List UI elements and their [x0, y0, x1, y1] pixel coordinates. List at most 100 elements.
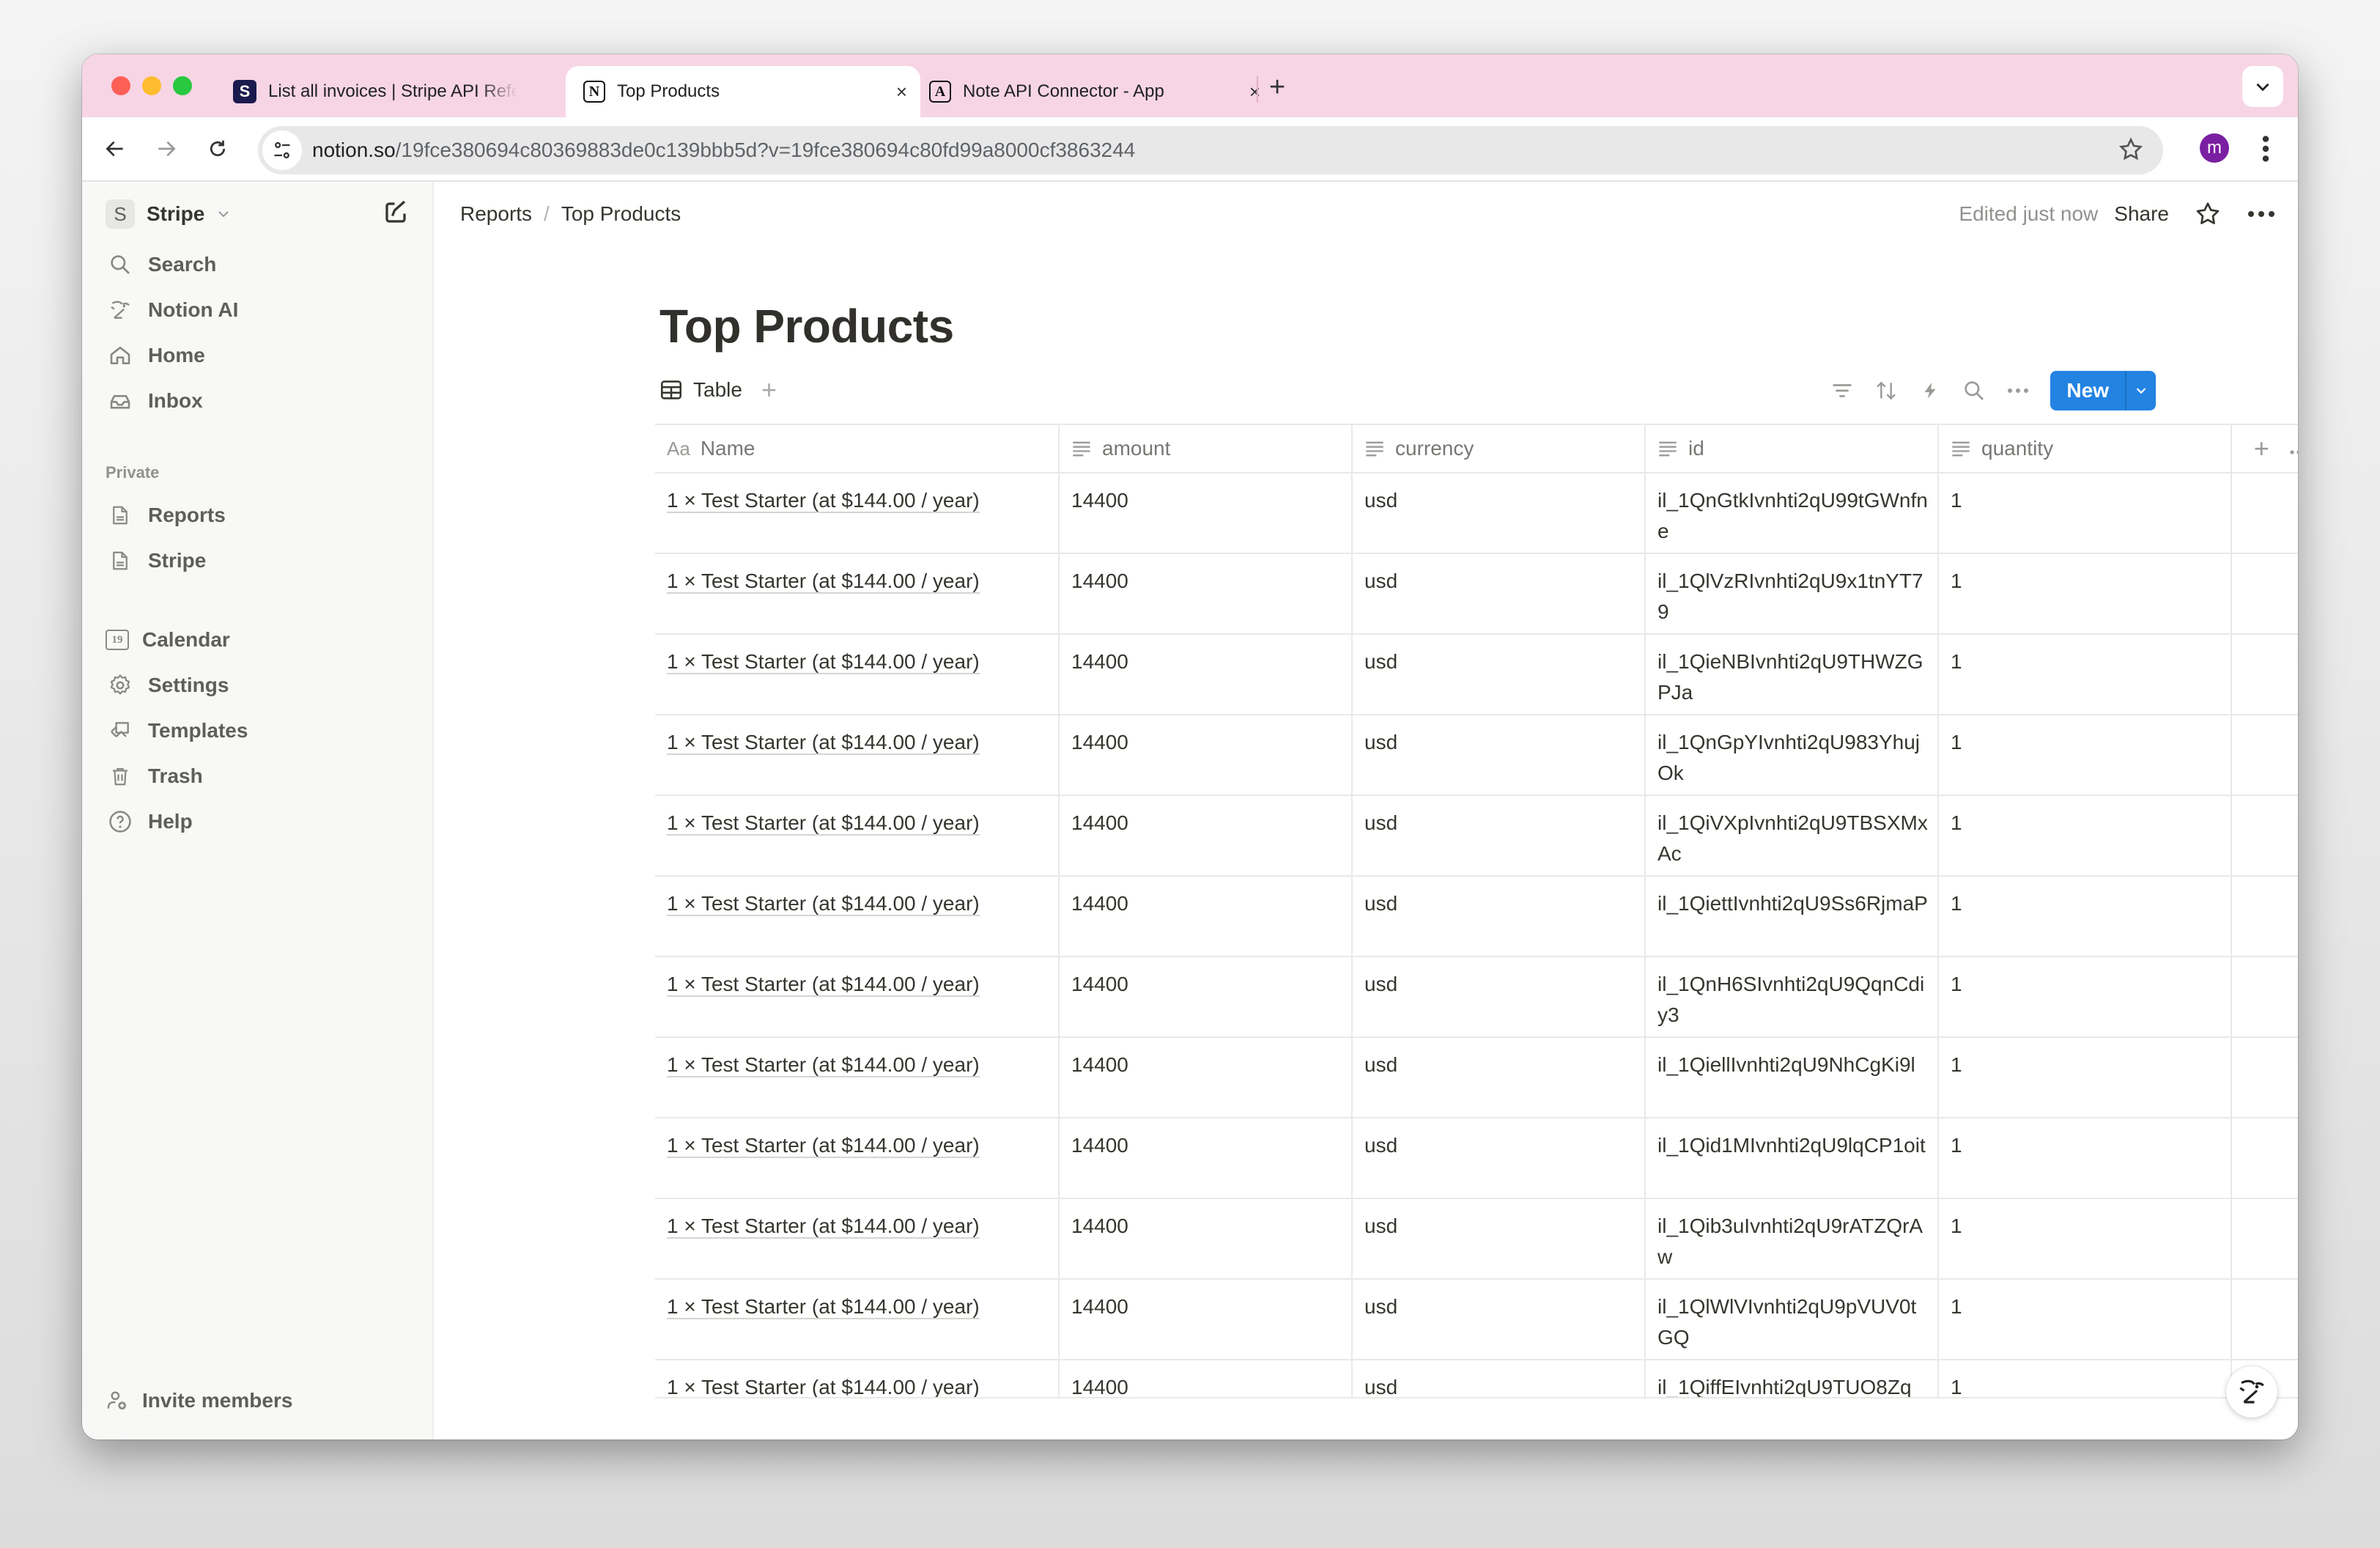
- new-button[interactable]: New: [2050, 371, 2126, 410]
- cell-id[interactable]: il_1QlWlVIvnhti2qU9pVUV0tGQ: [1646, 1280, 1939, 1359]
- sidebar-item-search[interactable]: Search: [106, 243, 216, 286]
- cell-amount[interactable]: 14400: [1060, 796, 1353, 875]
- cell-currency[interactable]: usd: [1353, 554, 1646, 633]
- cell-quantity[interactable]: 1: [1939, 554, 2232, 633]
- table-row[interactable]: 1 × Test Starter (at $144.00 / year) 1440…: [655, 1280, 2298, 1360]
- sidebar-item-calendar[interactable]: 19 Calendar: [106, 619, 230, 661]
- cell-amount[interactable]: 14400: [1060, 554, 1353, 633]
- cell-name[interactable]: 1 × Test Starter (at $144.00 / year): [655, 877, 1060, 956]
- cell-amount[interactable]: 14400: [1060, 635, 1353, 714]
- cell-currency[interactable]: usd: [1353, 1118, 1646, 1198]
- cell-name[interactable]: 1 × Test Starter (at $144.00 / year): [655, 715, 1060, 795]
- breadcrumb-item-reports[interactable]: Reports: [460, 202, 532, 226]
- tab-top-products[interactable]: N Top Products ×: [566, 66, 920, 117]
- cell-name[interactable]: 1 × Test Starter (at $144.00 / year): [655, 635, 1060, 714]
- cell-quantity[interactable]: 1: [1939, 1118, 2232, 1198]
- cell-currency[interactable]: usd: [1353, 796, 1646, 875]
- cell-quantity[interactable]: 1: [1939, 796, 2232, 875]
- cell-amount[interactable]: 14400: [1060, 957, 1353, 1036]
- table-row[interactable]: 1 × Test Starter (at $144.00 / year) 1440…: [655, 473, 2298, 554]
- profile-avatar[interactable]: m: [2200, 133, 2229, 163]
- cell-amount[interactable]: 14400: [1060, 1199, 1353, 1278]
- cell-amount[interactable]: 14400: [1060, 1038, 1353, 1117]
- cell-name-text[interactable]: 1 × Test Starter (at $144.00 / year): [667, 650, 980, 674]
- breadcrumb-item-current[interactable]: Top Products: [561, 202, 681, 226]
- cell-currency[interactable]: usd: [1353, 957, 1646, 1036]
- cell-currency[interactable]: usd: [1353, 1199, 1646, 1278]
- table-row[interactable]: 1 × Test Starter (at $144.00 / year) 1440…: [655, 1199, 2298, 1280]
- table-row[interactable]: 1 × Test Starter (at $144.00 / year) 1440…: [655, 796, 2298, 877]
- cell-quantity[interactable]: 1: [1939, 473, 2232, 553]
- sidebar-item-stripe[interactable]: Stripe: [106, 539, 206, 582]
- cell-currency[interactable]: usd: [1353, 1280, 1646, 1359]
- cell-id[interactable]: il_1QnGtkIvnhti2qU99tGWnfne: [1646, 473, 1939, 553]
- database-more-button[interactable]: [2005, 377, 2031, 404]
- cell-currency[interactable]: usd: [1353, 473, 1646, 553]
- minimize-window-button[interactable]: [142, 76, 161, 95]
- table-row[interactable]: 1 × Test Starter (at $144.00 / year) 1440…: [655, 957, 2298, 1038]
- cell-currency[interactable]: usd: [1353, 715, 1646, 795]
- column-header-amount[interactable]: amount: [1060, 425, 1353, 472]
- new-page-button[interactable]: [382, 199, 409, 229]
- address-bar[interactable]: notion.so/19fce380694c80369883de0c139bbb…: [258, 126, 2163, 174]
- cell-name[interactable]: 1 × Test Starter (at $144.00 / year): [655, 1280, 1060, 1359]
- site-settings-button[interactable]: [262, 130, 302, 170]
- sidebar-item-reports[interactable]: Reports: [106, 494, 226, 537]
- notion-ai-help-button[interactable]: [2226, 1366, 2277, 1418]
- table-view-label[interactable]: Table: [693, 378, 742, 402]
- cell-id[interactable]: il_1QnH6SIvnhti2qU9QqnCdiy3: [1646, 957, 1939, 1036]
- column-header-quantity[interactable]: quantity: [1939, 425, 2232, 472]
- page-more-button[interactable]: [2247, 210, 2276, 218]
- cell-name-text[interactable]: 1 × Test Starter (at $144.00 / year): [667, 1215, 980, 1239]
- cell-amount[interactable]: 14400: [1060, 473, 1353, 553]
- cell-quantity[interactable]: 1: [1939, 877, 2232, 956]
- search-database-button[interactable]: [1961, 377, 1987, 404]
- cell-name[interactable]: 1 × Test Starter (at $144.00 / year): [655, 1118, 1060, 1198]
- tab-note-api-connector[interactable]: A Note API Connector - App ×: [910, 66, 1274, 117]
- cell-name-text[interactable]: 1 × Test Starter (at $144.00 / year): [667, 731, 980, 755]
- add-view-button[interactable]: +: [761, 375, 777, 405]
- table-row[interactable]: 1 × Test Starter (at $144.00 / year) 1440…: [655, 1118, 2298, 1199]
- favorite-button[interactable]: [2194, 200, 2222, 228]
- page-title[interactable]: Top Products: [659, 299, 954, 353]
- cell-name[interactable]: 1 × Test Starter (at $144.00 / year): [655, 796, 1060, 875]
- reload-button[interactable]: [199, 130, 236, 167]
- cell-quantity[interactable]: 1: [1939, 635, 2232, 714]
- sort-button[interactable]: [1873, 377, 1899, 404]
- browser-menu-button[interactable]: [2251, 132, 2280, 169]
- cell-name-text[interactable]: 1 × Test Starter (at $144.00 / year): [667, 570, 980, 594]
- cell-quantity[interactable]: 1: [1939, 1199, 2232, 1278]
- tab-search-button[interactable]: [2242, 66, 2283, 107]
- cell-quantity[interactable]: 1: [1939, 957, 2232, 1036]
- table-row[interactable]: 1 × Test Starter (at $144.00 / year) 1440…: [655, 715, 2298, 796]
- invite-members-button[interactable]: Invite members: [106, 1382, 292, 1419]
- automation-button[interactable]: [1917, 377, 1943, 404]
- cell-name-text[interactable]: 1 × Test Starter (at $144.00 / year): [667, 811, 980, 836]
- cell-amount[interactable]: 14400: [1060, 1118, 1353, 1198]
- workspace-switcher[interactable]: S Stripe: [106, 198, 232, 230]
- cell-id[interactable]: il_1QiffEIvnhti2qU9TUO8Zq: [1646, 1360, 1939, 1397]
- forward-button[interactable]: [148, 130, 185, 167]
- cell-id[interactable]: il_1Qid1MIvnhti2qU9lqCP1oit: [1646, 1118, 1939, 1198]
- table-row[interactable]: 1 × Test Starter (at $144.00 / year) 1440…: [655, 635, 2298, 715]
- add-property-button[interactable]: +: [2254, 433, 2269, 464]
- cell-name[interactable]: 1 × Test Starter (at $144.00 / year): [655, 1199, 1060, 1278]
- sidebar-item-settings[interactable]: Settings: [106, 664, 229, 707]
- cell-name-text[interactable]: 1 × Test Starter (at $144.00 / year): [667, 973, 980, 997]
- cell-name-text[interactable]: 1 × Test Starter (at $144.00 / year): [667, 1134, 980, 1158]
- new-options-button[interactable]: [2126, 371, 2156, 410]
- cell-name-text[interactable]: 1 × Test Starter (at $144.00 / year): [667, 892, 980, 916]
- cell-quantity[interactable]: 1: [1939, 715, 2232, 795]
- cell-name[interactable]: 1 × Test Starter (at $144.00 / year): [655, 1038, 1060, 1117]
- filter-button[interactable]: [1829, 377, 1855, 404]
- maximize-window-button[interactable]: [173, 76, 192, 95]
- column-header-currency[interactable]: currency: [1353, 425, 1646, 472]
- cell-currency[interactable]: usd: [1353, 635, 1646, 714]
- cell-amount[interactable]: 14400: [1060, 877, 1353, 956]
- table-view-tab[interactable]: [659, 380, 683, 400]
- sidebar-item-inbox[interactable]: Inbox: [106, 380, 203, 422]
- cell-quantity[interactable]: 1: [1939, 1038, 2232, 1117]
- cell-currency[interactable]: usd: [1353, 877, 1646, 956]
- bookmark-button[interactable]: [2118, 136, 2144, 166]
- cell-currency[interactable]: usd: [1353, 1360, 1646, 1397]
